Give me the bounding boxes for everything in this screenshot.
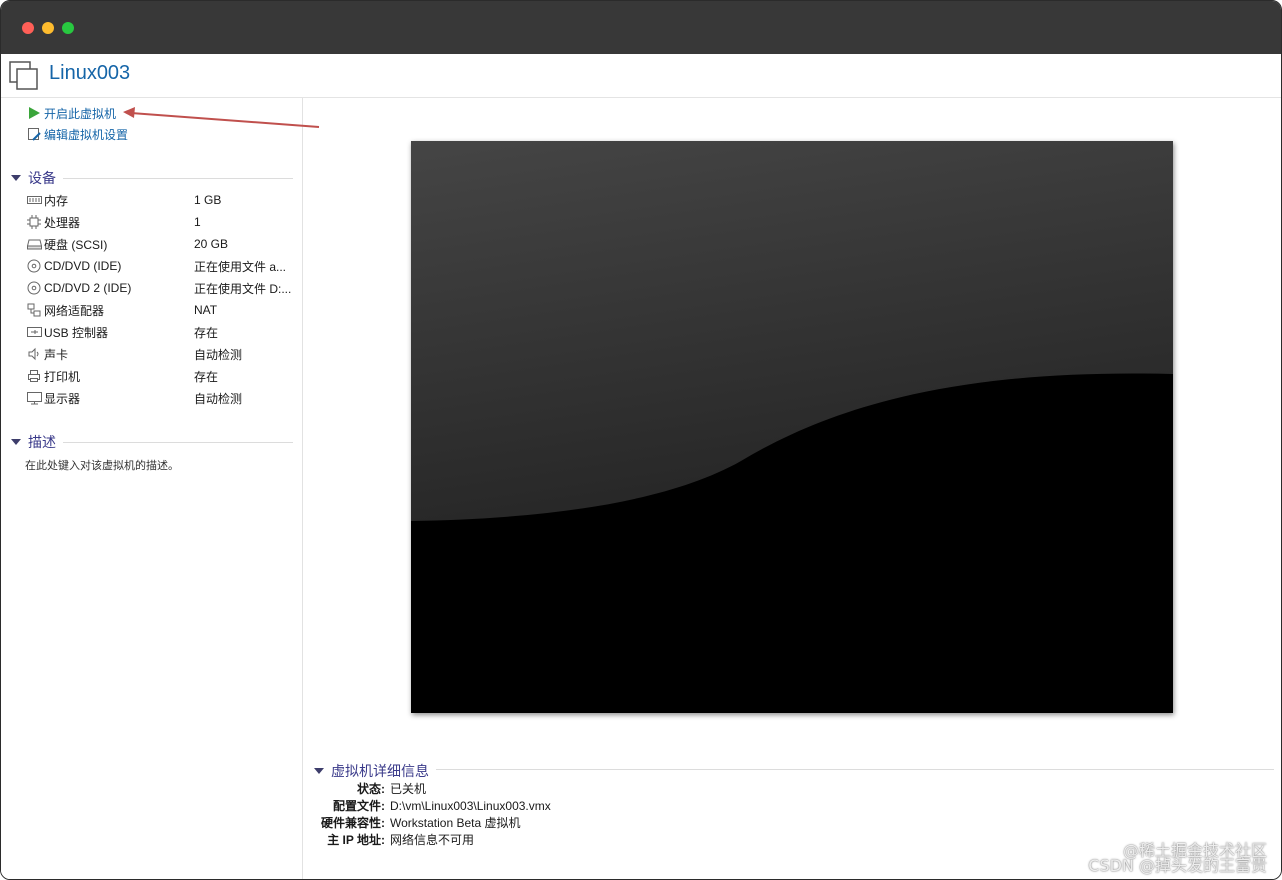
description-section-label: 描述	[28, 434, 56, 450]
detail-value: 已关机	[390, 782, 427, 796]
device-processor[interactable]: 处理器 1	[26, 213, 296, 231]
device-name: 处理器	[44, 215, 81, 230]
divider	[63, 442, 293, 443]
cd-icon	[26, 280, 42, 296]
divider	[63, 178, 293, 179]
device-value: 自动检测	[194, 391, 243, 406]
detail-row-status: 状态: 已关机	[304, 780, 426, 797]
device-value: 正在使用文件 D:...	[194, 281, 292, 296]
device-cd-dvd[interactable]: CD/DVD (IDE) 正在使用文件 a...	[26, 257, 296, 275]
watermark-csdn: CSDN @掉头发的王富贵	[1088, 856, 1267, 875]
play-icon	[26, 105, 42, 121]
device-sound-card[interactable]: 声卡 自动检测	[26, 345, 296, 363]
vmware-window: Linux003 开启此虚拟机 编辑虚拟机设置 设备 内存 1 GB 处理器 1 硬盘 …	[0, 0, 1282, 880]
device-name: 打印机	[44, 369, 81, 384]
description-placeholder[interactable]: 在此处键入对该虚拟机的描述。	[25, 457, 179, 473]
device-value: 存在	[194, 325, 219, 340]
edit-settings-icon	[26, 126, 42, 142]
virtual-machine-icon	[9, 61, 38, 90]
monitor-icon	[26, 390, 42, 406]
collapse-icon	[11, 175, 21, 181]
detail-row-config-file: 配置文件: D:\vm\Linux003\Linux003.vmx	[304, 797, 551, 814]
collapse-icon	[11, 439, 21, 445]
device-harddisk[interactable]: 硬盘 (SCSI) 20 GB	[26, 235, 296, 253]
device-value: NAT	[194, 303, 218, 317]
memory-icon	[26, 192, 42, 208]
maximize-window-button[interactable]	[62, 22, 74, 34]
detail-key: 配置文件:	[333, 799, 385, 813]
device-usb-controller[interactable]: USB 控制器 存在	[26, 323, 296, 341]
device-name: USB 控制器	[44, 325, 109, 340]
edit-vm-settings-link[interactable]: 编辑虚拟机设置	[26, 125, 128, 143]
device-value: 20 GB	[194, 237, 229, 251]
vm-details-section-label: 虚拟机详细信息	[331, 763, 429, 779]
power-on-label: 开启此虚拟机	[44, 106, 117, 121]
cpu-icon	[26, 214, 42, 230]
device-value: 正在使用文件 a...	[194, 259, 287, 274]
printer-icon	[26, 368, 42, 384]
detail-value: D:\vm\Linux003\Linux003.vmx	[390, 798, 551, 813]
screen-preview-graphic	[411, 141, 1173, 713]
title-bar	[1, 1, 1281, 54]
device-name: 硬盘 (SCSI)	[44, 237, 108, 252]
detail-key: 硬件兼容性:	[321, 816, 385, 830]
minimize-window-button[interactable]	[42, 22, 54, 34]
vm-details-section-header[interactable]: 虚拟机详细信息	[314, 762, 429, 780]
speaker-icon	[26, 346, 42, 362]
vm-title: Linux003	[49, 62, 131, 84]
device-name: 声卡	[44, 347, 69, 362]
detail-value: Workstation Beta 虚拟机	[390, 816, 521, 830]
close-window-button[interactable]	[22, 22, 34, 34]
power-on-vm-link[interactable]: 开启此虚拟机	[26, 104, 116, 122]
sidebar: 开启此虚拟机 编辑虚拟机设置 设备 内存 1 GB 处理器 1 硬盘 (SCSI) 20 …	[1, 98, 303, 879]
divider	[436, 769, 1274, 770]
detail-key: 主 IP 地址:	[327, 833, 385, 847]
device-network-adapter[interactable]: 网络适配器 NAT	[26, 301, 296, 319]
device-name: 内存	[44, 193, 69, 208]
device-value: 存在	[194, 369, 219, 384]
edit-settings-label: 编辑虚拟机设置	[44, 127, 129, 142]
vm-header: Linux003	[1, 54, 1281, 98]
detail-row-ip-address: 主 IP 地址: 网络信息不可用	[304, 831, 474, 848]
device-value: 1	[194, 215, 201, 229]
detail-key: 状态:	[357, 782, 385, 796]
devices-section-header[interactable]: 设备	[11, 169, 56, 187]
device-memory[interactable]: 内存 1 GB	[26, 191, 296, 209]
network-icon	[26, 302, 42, 318]
devices-section-label: 设备	[28, 170, 56, 186]
detail-value: 网络信息不可用	[390, 833, 475, 847]
detail-row-hardware-compat: 硬件兼容性: Workstation Beta 虚拟机	[304, 814, 521, 831]
device-value: 1 GB	[194, 193, 222, 207]
device-cd-dvd-2[interactable]: CD/DVD 2 (IDE) 正在使用文件 D:...	[26, 279, 296, 297]
cd-icon	[26, 258, 42, 274]
main-panel: 虚拟机详细信息 状态: 已关机 配置文件: D:\vm\Linux003\Lin…	[304, 98, 1281, 879]
description-section-header[interactable]: 描述	[11, 433, 56, 451]
device-printer[interactable]: 打印机 存在	[26, 367, 296, 385]
device-name: CD/DVD (IDE)	[44, 259, 122, 273]
device-name: 网络适配器	[44, 303, 105, 318]
harddisk-icon	[26, 236, 42, 252]
device-display[interactable]: 显示器 自动检测	[26, 389, 296, 407]
vm-screen-thumbnail[interactable]	[411, 141, 1173, 713]
device-name: 显示器	[44, 391, 81, 406]
collapse-icon	[314, 768, 324, 774]
device-value: 自动检测	[194, 347, 243, 362]
device-name: CD/DVD 2 (IDE)	[44, 281, 132, 295]
usb-icon	[26, 324, 42, 340]
